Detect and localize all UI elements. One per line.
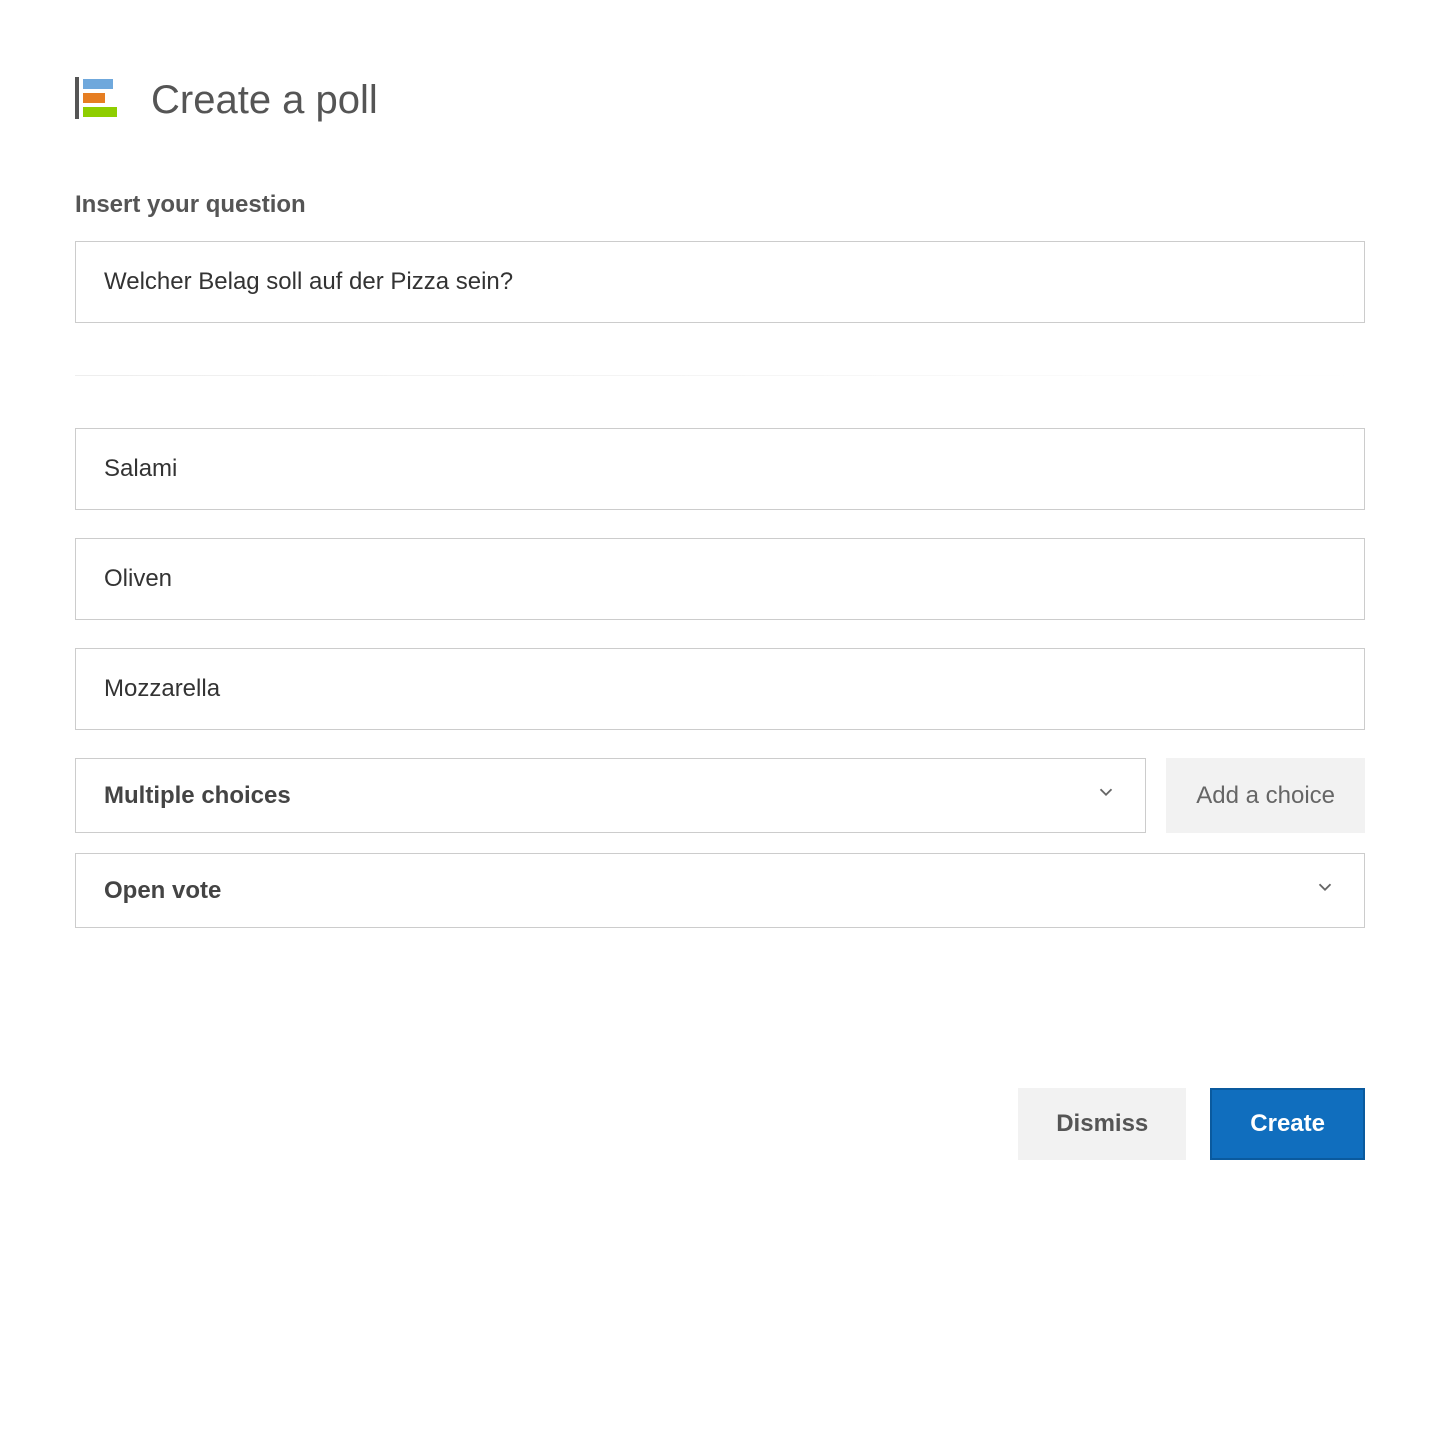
poll-icon: [75, 75, 121, 126]
question-input[interactable]: [75, 241, 1365, 323]
divider: [75, 375, 1365, 376]
vote-mode-dropdown[interactable]: Open vote: [75, 853, 1365, 928]
dismiss-button[interactable]: Dismiss: [1018, 1088, 1186, 1160]
choice-input-2[interactable]: [75, 538, 1365, 620]
choice-controls-row: Multiple choices Add a choice: [75, 758, 1365, 833]
choice-input-3[interactable]: [75, 648, 1365, 730]
vote-mode-label: Open vote: [104, 877, 221, 905]
chevron-down-icon: [1314, 876, 1336, 905]
dialog-footer: Dismiss Create: [75, 1088, 1365, 1160]
choice-input-1[interactable]: [75, 428, 1365, 510]
choice-mode-label: Multiple choices: [104, 782, 291, 810]
dialog-title: Create a poll: [151, 78, 378, 123]
create-button[interactable]: Create: [1210, 1088, 1365, 1160]
question-label: Insert your question: [75, 191, 1365, 219]
choice-mode-dropdown[interactable]: Multiple choices: [75, 758, 1146, 833]
add-choice-button[interactable]: Add a choice: [1166, 758, 1365, 833]
chevron-down-icon: [1095, 781, 1117, 810]
dialog-header: Create a poll: [75, 75, 1365, 126]
